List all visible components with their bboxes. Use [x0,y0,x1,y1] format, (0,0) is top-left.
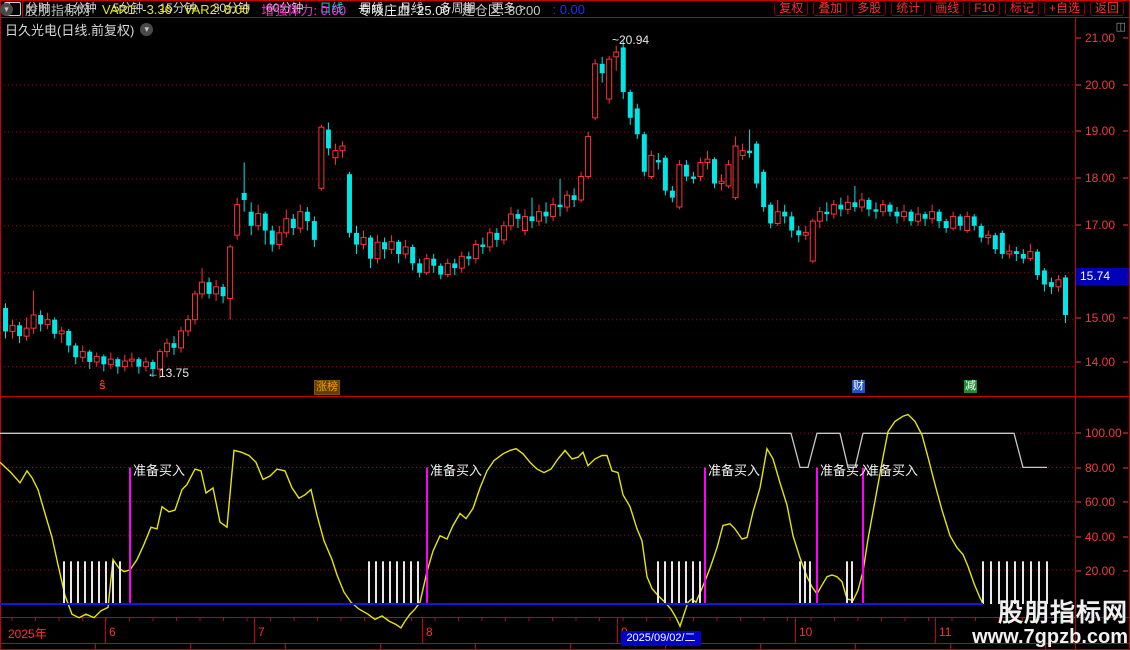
app-window: 分时1分钟5分钟15分钟30分钟60分钟日线周线月线多周期更多 > 复权叠加多股… [0,0,1130,650]
stock-title-row: 日久光电(日线.前复权) ▾ [5,20,153,39]
title-chevron-down-icon[interactable]: ▾ [140,23,153,36]
stock-title: 日久光电(日线.前复权) [5,20,134,39]
window-split-icon[interactable]: ◫ [1116,20,1126,33]
chart-canvas[interactable] [0,0,1130,650]
